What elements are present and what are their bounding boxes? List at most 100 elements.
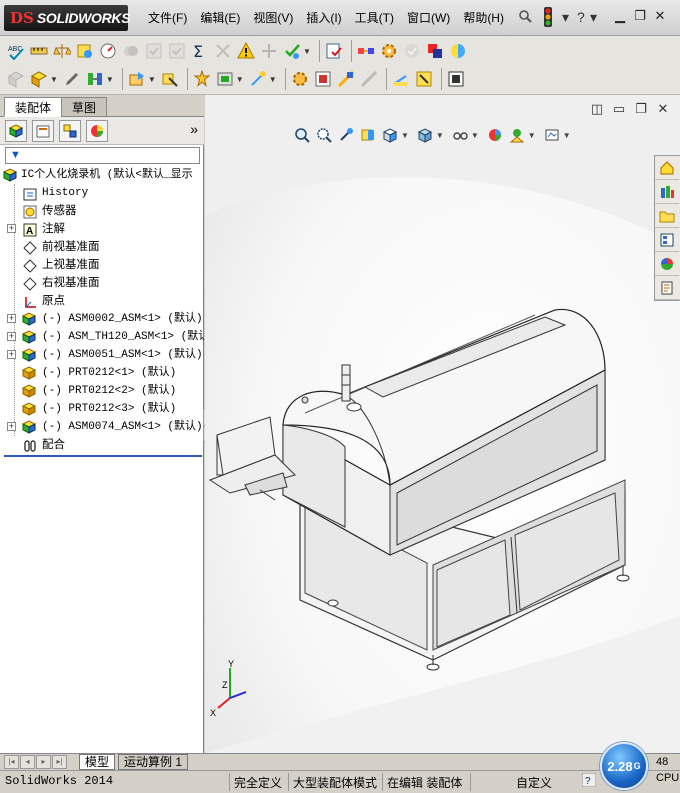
large-assembly-icon[interactable] — [414, 69, 434, 89]
traffic-light-icon[interactable] — [543, 6, 553, 31]
scene-icon[interactable] — [506, 125, 528, 145]
sketch-icon[interactable] — [391, 69, 411, 89]
chevron-right-icon[interactable]: » — [190, 121, 198, 137]
sensor-icon[interactable] — [98, 41, 118, 61]
menu-file[interactable]: 文件(F) — [148, 9, 187, 26]
chevron-down-icon[interactable]: ▼ — [148, 75, 156, 84]
check-circle-icon[interactable] — [402, 41, 422, 61]
mass-properties-icon[interactable] — [52, 41, 72, 61]
expand-icon[interactable]: + — [7, 314, 16, 323]
tree-item-sensors[interactable]: 传感器 — [0, 202, 204, 220]
edit-component-icon[interactable] — [62, 69, 82, 89]
expand-icon[interactable]: + — [7, 332, 16, 341]
expand-icon[interactable]: + — [7, 422, 16, 431]
gear-icon[interactable] — [379, 41, 399, 61]
chevron-down-icon[interactable]: ▼ — [528, 131, 536, 140]
chevron-down-icon[interactable]: ▼ — [471, 131, 479, 140]
section-view-icon[interactable] — [357, 125, 379, 145]
tree-item-front-plane[interactable]: 前视基准面 — [0, 238, 204, 256]
chevron-down-icon[interactable]: ▼ — [50, 75, 58, 84]
viewport-close-button[interactable]: ✕ — [652, 101, 674, 117]
tree-item-component[interactable]: (-) PRT0212<2> (默认) — [0, 382, 204, 400]
solidworks-resources-icon[interactable] — [655, 156, 679, 180]
chevron-down-icon[interactable]: ▼ — [106, 75, 114, 84]
viewport-restore-button[interactable]: ❐ — [630, 101, 652, 117]
tree-item-right-plane[interactable]: 右视基准面 — [0, 274, 204, 292]
next-tab-button[interactable]: ▸ — [36, 755, 51, 769]
zoom-to-fit-icon[interactable] — [291, 125, 313, 145]
tab-motion-study[interactable]: 运动算例 1 — [118, 754, 189, 770]
view-orientation-icon[interactable] — [379, 125, 401, 145]
assembly-model[interactable] — [205, 95, 680, 753]
solidworks-logo[interactable]: DS SOLIDWORKS — [4, 5, 131, 31]
feature-tree-tab-icon[interactable] — [5, 119, 27, 142]
display-style-icon[interactable] — [414, 125, 436, 145]
new-part-icon[interactable] — [29, 69, 49, 89]
spellcheck-icon[interactable]: ABC — [6, 41, 26, 61]
minimize-button[interactable]: ▁ — [610, 8, 630, 24]
mirror-icon[interactable] — [213, 41, 233, 61]
move-component-icon[interactable] — [127, 69, 147, 89]
prev-tab-button[interactable]: ◂ — [20, 755, 35, 769]
menu-tools[interactable]: 工具(T) — [355, 9, 394, 26]
chevron-down-icon[interactable]: ▼ — [303, 47, 311, 56]
tab-assembly[interactable]: 装配体 — [4, 97, 63, 117]
explode-line-icon[interactable] — [336, 69, 356, 89]
design-library-icon[interactable] — [655, 180, 679, 204]
hole-alignment-icon[interactable] — [167, 41, 187, 61]
expand-icon[interactable]: + — [7, 224, 16, 233]
clearance-icon[interactable] — [144, 41, 164, 61]
status-units[interactable]: 自定义 — [516, 774, 552, 791]
smart-fasteners-icon[interactable] — [215, 69, 235, 89]
menu-view[interactable]: 视图(V) — [253, 9, 293, 26]
explode-view-icon[interactable] — [313, 69, 333, 89]
appearance-icon[interactable] — [425, 41, 445, 61]
chevron-down-icon[interactable]: ▼ — [401, 131, 409, 140]
tree-item-component[interactable]: (-) PRT0212<1> (默认) — [0, 364, 204, 382]
tree-root[interactable]: IC个人化烧录机 (默认<默认_显示 — [0, 166, 204, 184]
bom-gear-icon[interactable] — [290, 69, 310, 89]
viewport-split-icon[interactable]: ◫ — [586, 101, 608, 117]
configuration-manager-icon[interactable] — [59, 119, 81, 142]
expand-icon[interactable]: + — [7, 350, 16, 359]
edit-appearance-icon[interactable] — [484, 125, 506, 145]
menu-window[interactable]: 窗口(W) — [407, 9, 450, 26]
viewport-minimize-button[interactable]: ▭ — [608, 101, 630, 117]
pattern-icon[interactable] — [192, 69, 212, 89]
file-explorer-icon[interactable] — [655, 204, 679, 228]
help-status-icon[interactable]: ? — [581, 772, 597, 790]
first-tab-button[interactable]: |◂ — [4, 755, 19, 769]
help-icon[interactable]: ? — [577, 9, 585, 25]
last-tab-button[interactable]: ▸| — [52, 755, 67, 769]
symmetry-check-icon[interactable] — [259, 41, 279, 61]
property-manager-icon[interactable] — [32, 119, 54, 142]
render-icon[interactable] — [448, 41, 468, 61]
view-settings-icon[interactable] — [541, 125, 563, 145]
section-properties-icon[interactable] — [75, 41, 95, 61]
interference-icon[interactable] — [121, 41, 141, 61]
previous-view-icon[interactable] — [335, 125, 357, 145]
tree-item-mates[interactable]: 配合 — [0, 436, 204, 454]
tree-item-origin[interactable]: 原点 — [0, 292, 204, 310]
tab-sketch[interactable]: 草图 — [61, 97, 108, 117]
mate-icon[interactable] — [85, 69, 105, 89]
zoom-to-area-icon[interactable] — [313, 125, 335, 145]
tree-item-component[interactable]: + (-) ASM0074_ASM<1> (默认) — [0, 418, 204, 436]
custom-properties-icon[interactable] — [655, 276, 679, 300]
search-icon[interactable] — [518, 9, 532, 26]
display-manager-icon[interactable] — [86, 119, 108, 142]
warning-icon[interactable] — [236, 41, 256, 61]
restore-button[interactable]: ❐ — [630, 8, 650, 24]
hide-show-icon[interactable] — [449, 125, 471, 145]
chevron-down-icon[interactable]: ▼ — [563, 131, 571, 140]
tree-item-history[interactable]: History — [0, 184, 204, 202]
chevron-down-icon[interactable]: ▼ — [236, 75, 244, 84]
chevron-down-icon[interactable]: ▼ — [436, 131, 444, 140]
tree-item-component[interactable]: + (-) ASM0051_ASM<1> (默认) — [0, 346, 204, 364]
tab-model[interactable]: 模型 — [79, 754, 116, 770]
view-palette-icon[interactable] — [655, 228, 679, 252]
snapshot-icon[interactable] — [446, 69, 466, 89]
tree-item-annotations[interactable]: + A 注解 — [0, 220, 204, 238]
measure-icon[interactable] — [29, 41, 49, 61]
menu-edit[interactable]: 编辑(E) — [200, 9, 240, 26]
